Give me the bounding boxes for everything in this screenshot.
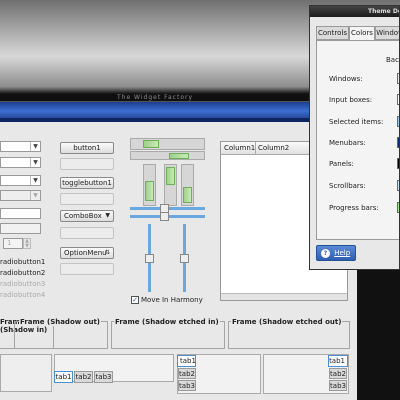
combo-entry-3[interactable]: ▼ xyxy=(0,175,41,186)
progress-fill xyxy=(166,167,175,185)
progress-fill xyxy=(143,140,159,148)
progress-bar-vertical-2 xyxy=(164,164,177,206)
color-label-input-boxes: Input boxes: xyxy=(329,96,373,104)
chevron-down-icon[interactable]: ▼ xyxy=(30,158,40,167)
tab-bottom-2[interactable]: tab2 xyxy=(74,371,93,383)
theme-dialog: Theme De Controls Colors Window Back Win… xyxy=(309,5,400,270)
tab-colors[interactable]: Colors xyxy=(349,26,375,41)
progress-bar-horizontal xyxy=(130,138,205,150)
combobox-button[interactable]: ComboBox ▼ xyxy=(60,210,114,222)
help-icon: ? xyxy=(321,249,330,258)
main-titlebar[interactable] xyxy=(0,102,357,122)
color-label-selected-items: Selected items: xyxy=(329,118,384,126)
tab-left-1[interactable]: tab1 xyxy=(177,355,196,367)
text-entry-1[interactable] xyxy=(0,208,41,219)
frame-label: Frame (Shadow out) xyxy=(19,318,101,326)
spin-arrows-icon[interactable]: ▲ ▼ xyxy=(23,238,31,249)
combobox-label: ComboBox xyxy=(64,212,102,220)
frame-shadow-out: Frame (Shadow out) xyxy=(14,318,108,349)
tab-left-3[interactable]: tab3 xyxy=(178,380,196,391)
spin-value: 1 xyxy=(7,239,12,247)
tab-right-2[interactable]: tab2 xyxy=(329,368,347,379)
move-in-harmony-checkbox[interactable]: ✓ xyxy=(131,296,139,304)
help-button[interactable]: ? Help xyxy=(316,245,356,261)
button-disabled xyxy=(60,158,114,170)
frame-label: Frame (Shadow etched in) xyxy=(114,318,220,326)
vscale-knob[interactable] xyxy=(145,254,154,263)
color-label-scrollbars: Scrollbars: xyxy=(329,182,366,190)
hscale-knob[interactable] xyxy=(160,212,169,221)
optionmenu-button[interactable]: OptionMenu ⇅ xyxy=(60,247,114,259)
hscale-track-1[interactable] xyxy=(130,204,205,213)
radiobutton-4: radiobutton4 xyxy=(0,291,46,299)
optionmenu-label: OptionMenu xyxy=(64,249,107,257)
hscale-track-2[interactable] xyxy=(130,212,205,221)
progress-fill xyxy=(145,181,154,201)
tab-bottom-1[interactable]: tab1 xyxy=(54,371,73,383)
radiobutton-3: radiobutton3 xyxy=(0,280,46,288)
vscale-knob[interactable] xyxy=(180,254,189,263)
tab-window[interactable]: Window xyxy=(375,26,399,40)
frame-label: Frame (Shadow etched out) xyxy=(231,318,343,326)
combo-entry-1[interactable]: ▼ xyxy=(0,141,41,152)
tab-right-1[interactable]: tab1 xyxy=(328,355,348,367)
text-entry-2[interactable] xyxy=(0,223,41,234)
color-label-panels: Panels: xyxy=(329,160,354,168)
color-label-progress-bars: Progress bars: xyxy=(329,204,379,212)
dialog-titlebar[interactable]: Theme De xyxy=(310,6,399,17)
combo-entry-disabled: ▼ xyxy=(0,190,41,201)
vscale-track-1[interactable] xyxy=(145,224,154,292)
chevron-down-icon: ▼ xyxy=(30,191,40,200)
combobox-disabled xyxy=(60,227,114,239)
column-header-2[interactable]: Column2 xyxy=(258,144,289,152)
color-label-menubars: Menubars: xyxy=(329,139,366,147)
vscale-track-2[interactable] xyxy=(180,224,189,292)
column-divider xyxy=(255,142,256,155)
progress-bar-horizontal-2 xyxy=(130,151,205,160)
radiobutton-2[interactable]: radiobutton2 xyxy=(0,269,45,277)
chevron-down-icon[interactable]: ▼ xyxy=(30,142,40,151)
optionmenu-disabled xyxy=(60,263,114,275)
tab-right-3[interactable]: tab3 xyxy=(329,380,347,391)
spin-button[interactable]: 1 xyxy=(3,238,23,249)
progress-bar-vertical-1 xyxy=(143,164,156,206)
frame-shadow-etched-out: Frame (Shadow etched out) xyxy=(228,318,350,349)
notebook-left-edge xyxy=(0,354,52,392)
progress-fill xyxy=(183,187,192,203)
button1[interactable]: button1 xyxy=(60,142,114,154)
tab-bottom-3[interactable]: tab3 xyxy=(94,371,113,383)
radiobutton-1[interactable]: radiobutton1 xyxy=(0,258,45,266)
column-header-1[interactable]: Column1 xyxy=(224,144,255,152)
colors-panel: Back Windows: Input boxes: Selected item… xyxy=(316,40,399,240)
togglebutton-disabled xyxy=(60,193,114,205)
wallpaper-caption: The Widget Factory xyxy=(116,94,194,101)
progress-fill xyxy=(169,153,189,159)
tab-controls[interactable]: Controls xyxy=(316,26,349,40)
option-indicator-icon: ⇅ xyxy=(104,249,110,256)
frame-shadow-etched-in: Frame (Shadow etched in) xyxy=(111,318,225,349)
combo-entry-2[interactable]: ▼ xyxy=(0,157,41,168)
togglebutton1[interactable]: togglebutton1 xyxy=(60,177,114,189)
help-label: Help xyxy=(334,249,351,257)
progress-bar-vertical-3 xyxy=(181,164,194,206)
tab-left-2[interactable]: tab2 xyxy=(178,368,196,379)
chevron-down-icon: ▼ xyxy=(105,212,110,219)
color-label-windows: Windows: xyxy=(329,75,363,83)
chevron-down-icon[interactable]: ▼ xyxy=(30,176,40,185)
tree-hscrollbar[interactable] xyxy=(221,293,347,300)
widget-factory-window: ▼ ▼ ▼ ▼ 1 ▲ ▼ radiobutton1 radiobutton2 r… xyxy=(0,101,357,400)
background-column-header: Back xyxy=(386,56,399,64)
move-in-harmony-label: Move In Harmony xyxy=(141,296,203,304)
